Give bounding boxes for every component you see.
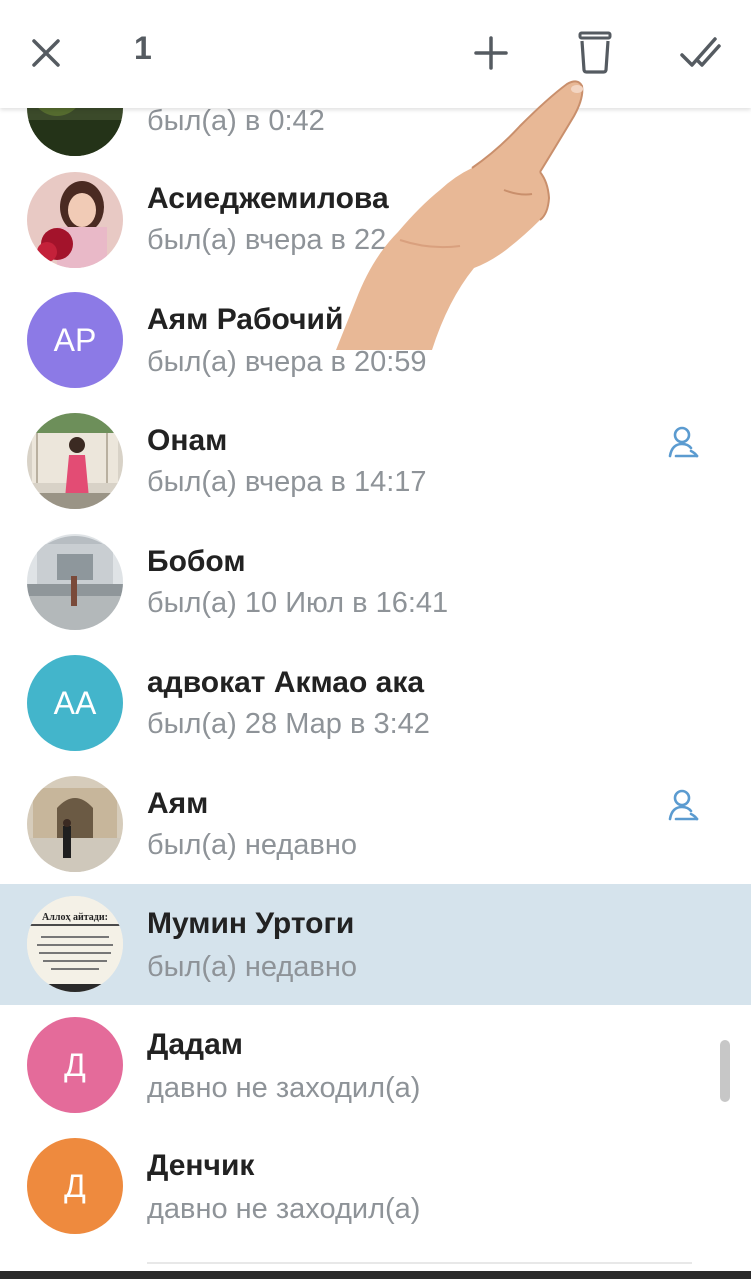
contact-row[interactable]: Д Денчик давно не заходил(а) [0, 1126, 751, 1247]
contact-row[interactable]: Аям был(а) недавно [0, 765, 751, 886]
contact-avatar-photo [27, 172, 123, 268]
contact-name: Бобом [147, 545, 246, 578]
contact-name: Онам [147, 424, 228, 457]
contact-status: был(а) недавно [147, 829, 357, 861]
contact-name: Асиеджемилова [147, 182, 389, 215]
contact-status: был(а) 28 Мар в 3:42 [147, 708, 430, 740]
contact-status: давно не заходил(а) [147, 1072, 421, 1104]
contact-avatar-photo [27, 413, 123, 509]
contact-name: Аям [147, 787, 209, 820]
contact-name: Мумин Уртоги [147, 907, 355, 940]
contact-row[interactable]: Асиеджемилова был(а) вчера в 22 [0, 160, 751, 281]
delete-button[interactable] [565, 24, 625, 84]
contact-name: Дадам [147, 1028, 243, 1061]
contact-avatar-initials: AA [27, 655, 123, 751]
contact-status: был(а) в 0:42 [147, 108, 325, 137]
double-check-icon [680, 37, 721, 67]
contact-avatar-photo: Аллоҳ айтади: [27, 896, 123, 992]
contact-status: был(а) вчера в 22 [147, 224, 387, 256]
contact-status: был(а) недавно [147, 951, 357, 983]
selected-count: 1 [134, 30, 152, 66]
contact-name: Денчик [147, 1149, 255, 1182]
contact-row[interactable]: AP Аям Рабочий был(а) вчера в 20:59 [0, 281, 751, 402]
contact-person-icon [668, 789, 699, 821]
contact-person-icon [668, 426, 699, 458]
close-button[interactable] [16, 24, 76, 84]
contact-avatar-initials: AP [27, 292, 123, 388]
contact-avatar-photo [27, 534, 123, 630]
contact-avatar-photo [27, 776, 123, 872]
contact-list[interactable]: был(а) в 0:42 Асиеджемилова был(а) вчера… [0, 108, 751, 1279]
contact-status: давно не заходил(а) [147, 1193, 421, 1225]
contact-row[interactable]: AA адвокат Акмао ака был(а) 28 Мар в 3:4… [0, 644, 751, 765]
contact-status: был(а) вчера в 14:17 [147, 466, 427, 498]
contact-row[interactable]: Бобом был(а) 10 Июл в 16:41 [0, 523, 751, 644]
contact-avatar-photo [27, 108, 123, 156]
contact-avatar-initials: Д [27, 1138, 123, 1234]
contact-name: Аям Рабочий [147, 303, 344, 336]
scrollbar-thumb[interactable] [720, 1040, 730, 1102]
contact-status: был(а) 10 Июл в 16:41 [147, 587, 449, 619]
navigation-bar-edge [0, 1271, 751, 1279]
close-icon [32, 39, 60, 67]
contact-row-selected[interactable]: Аллоҳ айтади: Мумин Уртоги был(а) недавн… [0, 884, 751, 1005]
list-divider [147, 1262, 692, 1264]
contact-status: был(а) вчера в 20:59 [147, 346, 427, 378]
confirm-button[interactable] [670, 24, 730, 84]
contact-name: адвокат Акмао ака [147, 666, 425, 699]
trash-icon [578, 31, 612, 74]
plus-icon [474, 36, 508, 70]
add-button[interactable] [461, 24, 521, 84]
contact-row[interactable]: Онам был(а) вчера в 14:17 [0, 402, 751, 523]
contact-avatar-initials: Д [27, 1017, 123, 1113]
action-toolbar: 1 [0, 0, 751, 108]
contact-row[interactable]: Д Дадам давно не заходил(а) [0, 1005, 751, 1126]
avatar-caption: Аллоҳ айтади: [42, 912, 108, 923]
